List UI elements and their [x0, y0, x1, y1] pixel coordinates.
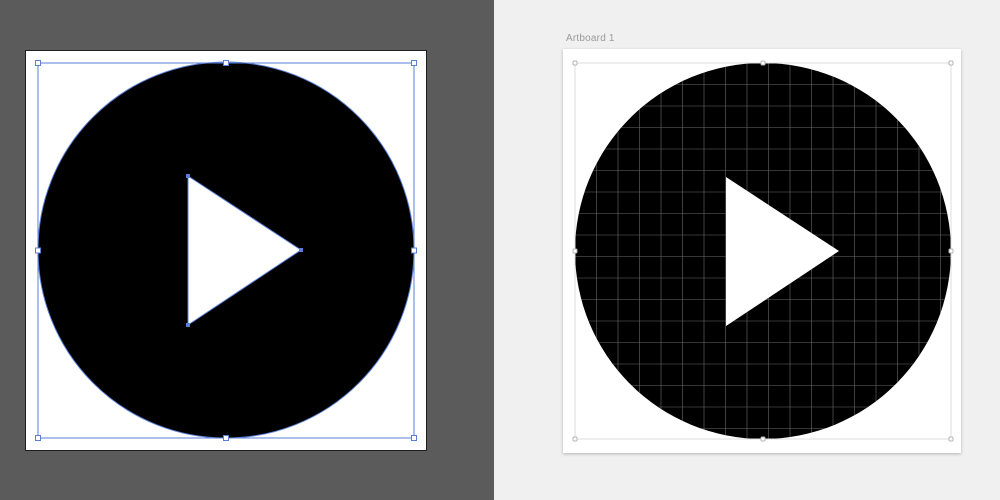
resize-handle-top[interactable]: [760, 60, 766, 66]
resize-handle-bottom[interactable]: [223, 435, 229, 441]
resize-handle-bottom[interactable]: [760, 436, 766, 442]
resize-handle-bottom-right[interactable]: [411, 435, 417, 441]
sketch-canvas: Artboard 1: [494, 0, 1000, 500]
resize-handle-left[interactable]: [35, 247, 41, 254]
resize-handle-bottom-left[interactable]: [35, 435, 41, 441]
resize-handle-bottom-left[interactable]: [572, 436, 578, 442]
resize-handle-left[interactable]: [572, 248, 578, 254]
resize-handle-top-left[interactable]: [572, 60, 578, 66]
resize-handle-top-left[interactable]: [35, 60, 41, 66]
sketch-artboard: [563, 49, 961, 453]
resize-handle-top[interactable]: [223, 60, 229, 66]
sketch-artwork: [572, 60, 954, 442]
resize-handle-top-right[interactable]: [948, 60, 954, 66]
resize-handle-right[interactable]: [411, 247, 417, 254]
resize-handle-right[interactable]: [948, 248, 954, 254]
triangle-anchor-point[interactable]: [186, 174, 190, 178]
illustrator-artboard: [25, 50, 427, 451]
resize-handle-top-right[interactable]: [411, 60, 417, 66]
triangle-anchor-point[interactable]: [299, 248, 303, 252]
triangle-anchor-point[interactable]: [186, 323, 190, 327]
illustrator-canvas: [0, 0, 494, 500]
illustrator-artwork: [35, 60, 417, 441]
resize-handle-bottom-right[interactable]: [948, 436, 954, 442]
artboard-label[interactable]: Artboard 1: [566, 33, 615, 44]
